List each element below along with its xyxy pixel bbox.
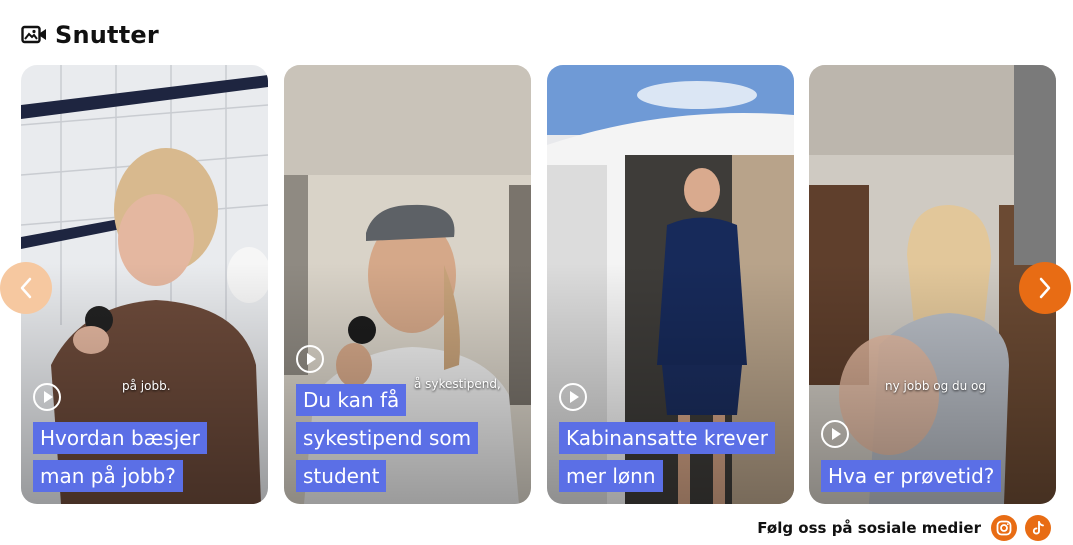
play-icon[interactable] (296, 345, 324, 373)
video-carousel: på jobb. Hvordan bæsjer man på jobb? å s… (0, 65, 1073, 505)
play-icon[interactable] (33, 383, 61, 411)
next-button[interactable] (1019, 262, 1071, 314)
instagram-icon (996, 520, 1012, 536)
video-caption: Hva er prøvetid? (821, 454, 1046, 492)
caption-line: student (296, 460, 387, 492)
caption-line: mer lønn (559, 460, 663, 492)
chevron-left-icon (20, 277, 32, 299)
video-caption: Hvordan bæsjer man på jobb? (33, 416, 258, 492)
video-caption: Kabinansatte krever mer lønn (559, 416, 784, 492)
video-caption: Du kan få sykestipend som student (296, 378, 521, 492)
tiktok-icon (1032, 521, 1044, 535)
video-gallery-icon (21, 25, 46, 44)
previous-button[interactable] (0, 262, 52, 314)
section-title: Snutter (55, 21, 159, 49)
play-icon[interactable] (559, 383, 587, 411)
tiktok-link[interactable] (1025, 515, 1051, 541)
video-card-1[interactable]: på jobb. Hvordan bæsjer man på jobb? (21, 65, 268, 504)
video-subtitle: ny jobb og du og (885, 379, 987, 393)
instagram-link[interactable] (991, 515, 1017, 541)
caption-line: Hva er prøvetid? (821, 460, 1002, 492)
caption-line: sykestipend som (296, 422, 479, 454)
chevron-right-icon (1039, 277, 1051, 299)
caption-line: man på jobb? (33, 460, 183, 492)
social-label: Følg oss på sosiale medier (757, 519, 981, 537)
video-subtitle: på jobb. (122, 379, 171, 393)
section-header: Snutter (21, 20, 159, 50)
video-card-3[interactable]: Kabinansatte krever mer lønn (547, 65, 794, 504)
play-icon[interactable] (821, 420, 849, 448)
social-footer: Følg oss på sosiale medier (757, 514, 1051, 542)
caption-line: Kabinansatte krever (559, 422, 775, 454)
caption-line: Hvordan bæsjer (33, 422, 207, 454)
caption-line: Du kan få (296, 384, 407, 416)
video-card-2[interactable]: å sykestipend, Du kan få sykestipend som… (284, 65, 531, 504)
